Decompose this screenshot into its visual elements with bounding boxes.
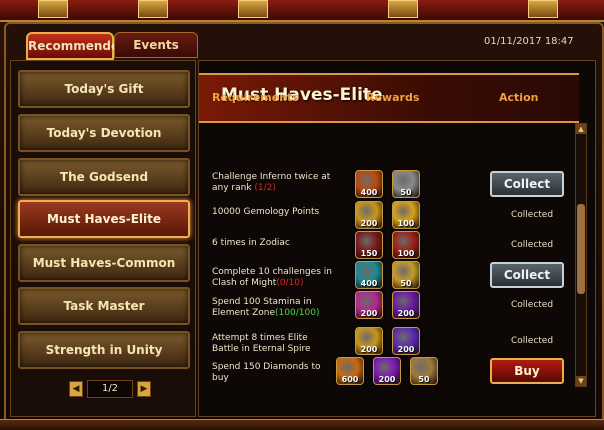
requirement-label: Complete 10 challenges in Clash of Might: [212, 267, 332, 288]
fire-orb-icon[interactable]: 400: [355, 170, 383, 198]
requirement-text: Attempt 8 times Elite Battle in Eternal …: [212, 333, 332, 355]
requirement-text: Challenge Inferno twice at any rank (1/2…: [212, 172, 332, 194]
ornament-icon: [388, 0, 418, 18]
reward-quantity: 600: [341, 375, 359, 384]
scroll-thumb[interactable]: [577, 204, 585, 294]
purple-sphere-icon[interactable]: 200: [373, 357, 401, 385]
reward-quantity: 150: [360, 249, 378, 258]
gold-chest-icon[interactable]: 200: [355, 327, 383, 355]
game-window: Recommended Events 01/11/2017 18:47 Toda…: [0, 0, 604, 430]
crossed-swords-icon[interactable]: 150: [355, 231, 383, 259]
reward-quantity: 50: [400, 279, 412, 288]
reward-quantity: 200: [378, 375, 396, 384]
rewards-header: Rewards: [366, 91, 420, 104]
gold-coin-icon[interactable]: 100: [392, 201, 420, 229]
silver-coin-icon[interactable]: 50: [392, 170, 420, 198]
scroll-down-icon[interactable]: ▼: [576, 376, 586, 386]
reward-quantity: 200: [397, 345, 415, 354]
orange-orb-icon[interactable]: 600: [336, 357, 364, 385]
cyan-crystal-icon[interactable]: 400: [355, 261, 383, 289]
requirement-label: 6 times in Zodiac: [212, 238, 290, 248]
scroll-up-icon[interactable]: ▲: [576, 124, 586, 134]
ornament-icon: [38, 0, 68, 18]
sidebar-item-todays-gift[interactable]: Today's Gift: [18, 70, 190, 108]
reward-quantity: 400: [360, 279, 378, 288]
progress-text: (1/2): [254, 183, 276, 193]
next-page-icon[interactable]: ▶: [137, 381, 151, 397]
requirement-text: Spend 150 Diamonds to buy: [212, 362, 332, 384]
reward-quantity: 50: [418, 375, 430, 384]
prev-page-icon[interactable]: ◀: [69, 381, 83, 397]
reward-quantity: 400: [360, 188, 378, 197]
server-datetime: 01/11/2017 18:47: [484, 36, 574, 47]
reward-quantity: 200: [360, 219, 378, 228]
sidebar-item-the-godsend[interactable]: The Godsend: [18, 158, 190, 196]
collected-status: Collected: [511, 336, 554, 346]
collected-status: Collected: [511, 210, 554, 220]
progress-text: (0/10): [276, 278, 304, 288]
collected-status: Collected: [511, 240, 554, 250]
ornament-icon: [528, 0, 558, 18]
sidebar-item-strength-in-unity[interactable]: Strength in Unity: [18, 331, 190, 369]
sidebar-item-must-haves-common[interactable]: Must Haves-Common: [18, 244, 190, 282]
tab-recommended[interactable]: Recommended: [26, 32, 128, 60]
ornament-icon: [138, 0, 168, 18]
reward-quantity: 200: [397, 309, 415, 318]
sidebar-item-must-haves-elite[interactable]: Must Haves-Elite: [18, 200, 190, 238]
buy-button[interactable]: Buy: [490, 358, 564, 384]
red-gem-icon[interactable]: 100: [392, 231, 420, 259]
ornament-icon: [238, 0, 268, 18]
collect-button[interactable]: Collect: [490, 171, 564, 197]
requirement-label: Spend 150 Diamonds to buy: [212, 362, 321, 383]
pager: ◀ 1/2 ▶: [69, 379, 151, 399]
scrollbar[interactable]: ▲ ▼: [575, 123, 587, 387]
requirement-text: 6 times in Zodiac: [212, 238, 332, 249]
page-indicator: 1/2: [87, 380, 133, 398]
progress-text: (100/100): [275, 308, 320, 318]
requirements-header: Requirements: [212, 91, 299, 104]
sidebar: Today's Gift Today's Devotion The Godsen…: [10, 60, 196, 417]
collected-status: Collected: [511, 300, 554, 310]
requirement-label: Attempt 8 times Elite Battle in Eternal …: [212, 333, 311, 354]
requirement-label: 10000 Gemology Points: [212, 207, 320, 217]
reward-quantity: 50: [400, 188, 412, 197]
reward-quantity: 100: [397, 249, 415, 258]
sidebar-item-todays-devotion[interactable]: Today's Devotion: [18, 114, 190, 152]
bottom-ornament-bar: [0, 419, 604, 430]
collect-button[interactable]: Collect: [490, 262, 564, 288]
tab-events[interactable]: Events: [114, 32, 198, 58]
reward-quantity: 200: [360, 309, 378, 318]
requirement-text: Spend 100 Stamina in Element Zone(100/10…: [212, 297, 332, 319]
reward-quantity: 100: [397, 219, 415, 228]
top-ornament-bar: [0, 0, 604, 22]
sidebar-item-task-master[interactable]: Task Master: [18, 287, 190, 325]
requirement-text: Complete 10 challenges in Clash of Might…: [212, 267, 332, 289]
requirement-text: 10000 Gemology Points: [212, 207, 332, 218]
reward-quantity: 200: [360, 345, 378, 354]
gold-ingot-icon[interactable]: 200: [355, 201, 383, 229]
action-header: Action: [499, 91, 539, 104]
purple-crystal-icon[interactable]: 200: [392, 327, 420, 355]
pink-crystal-icon[interactable]: 200: [355, 291, 383, 319]
bronze-coin-icon[interactable]: 50: [410, 357, 438, 385]
gold-wings-icon[interactable]: 50: [392, 261, 420, 289]
purple-orb-icon[interactable]: 200: [392, 291, 420, 319]
